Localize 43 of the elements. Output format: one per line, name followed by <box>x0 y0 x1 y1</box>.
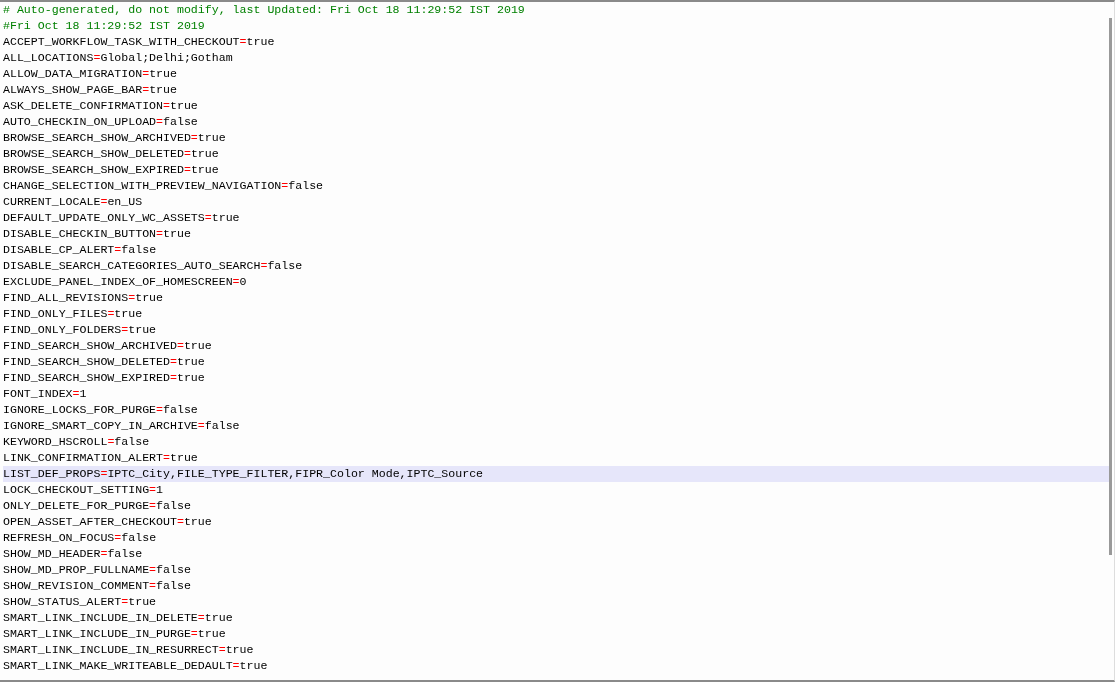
property-line: IGNORE_LOCKS_FOR_PURGE=false <box>3 402 199 418</box>
property-line: SMART_LINK_INCLUDE_IN_RESURRECT=true <box>3 642 255 658</box>
property-line: DISABLE_SEARCH_CATEGORIES_AUTO_SEARCH=false <box>3 258 304 274</box>
property-line: DISABLE_CHECKIN_BUTTON=true <box>3 226 192 242</box>
property-line: FIND_ALL_REVISIONS=true <box>3 290 165 306</box>
property-line: SHOW_REVISION_COMMENT=false <box>3 578 192 594</box>
comment-line: #Fri Oct 18 11:29:52 IST 2019 <box>3 18 206 34</box>
property-line: SHOW_MD_PROP_FULLNAME=false <box>3 562 192 578</box>
property-line: ACCEPT_WORKFLOW_TASK_WITH_CHECKOUT=true <box>3 34 276 50</box>
property-line: AUTO_CHECKIN_ON_UPLOAD=false <box>3 114 199 130</box>
property-line: ASK_DELETE_CONFIRMATION=true <box>3 98 199 114</box>
text-editor[interactable] <box>0 0 1115 682</box>
property-line: BROWSE_SEARCH_SHOW_ARCHIVED=true <box>3 130 227 146</box>
comment-line: # Auto-generated, do not modify, last Updated: Fri Oct 18 11:29:52 IST 2019 <box>3 2 526 18</box>
property-line: ALL_LOCATIONS=Global;Delhi;Gotham <box>3 50 234 66</box>
property-line: FIND_SEARCH_SHOW_ARCHIVED=true <box>3 338 213 354</box>
property-line: BROWSE_SEARCH_SHOW_DELETED=true <box>3 146 220 162</box>
property-line: FONT_INDEX=1 <box>3 386 88 402</box>
property-line: CHANGE_SELECTION_WITH_PREVIEW_NAVIGATION=false <box>3 178 325 194</box>
property-line: ALLOW_DATA_MIGRATION=true <box>3 66 178 82</box>
property-line: FIND_SEARCH_SHOW_EXPIRED=true <box>3 370 206 386</box>
property-line: SHOW_MD_HEADER=false <box>3 546 144 562</box>
property-line: LOCK_CHECKOUT_SETTING=1 <box>3 482 165 498</box>
property-line: LINK_CONFIRMATION_ALERT=true <box>3 450 199 466</box>
property-line: KEYWORD_HSCROLL=false <box>3 434 151 450</box>
property-line: DEFAULT_UPDATE_ONLY_WC_ASSETS=true <box>3 210 241 226</box>
property-line: FIND_ONLY_FILES=true <box>3 306 144 322</box>
property-line: OPEN_ASSET_AFTER_CHECKOUT=true <box>3 514 213 530</box>
property-line: CURRENT_LOCALE=en_US <box>3 194 144 210</box>
property-line: FIND_ONLY_FOLDERS=true <box>3 322 158 338</box>
property-line: EXCLUDE_PANEL_INDEX_OF_HOMESCREEN=0 <box>3 274 248 290</box>
scrollbar-thumb[interactable] <box>1109 18 1112 555</box>
property-line: IGNORE_SMART_COPY_IN_ARCHIVE=false <box>3 418 241 434</box>
property-line: DISABLE_CP_ALERT=false <box>3 242 158 258</box>
property-line: FIND_SEARCH_SHOW_DELETED=true <box>3 354 206 370</box>
property-line: SMART_LINK_INCLUDE_IN_DELETE=true <box>3 610 234 626</box>
property-line: REFRESH_ON_FOCUS=false <box>3 530 158 546</box>
property-line: ONLY_DELETE_FOR_PURGE=false <box>3 498 192 514</box>
property-line: BROWSE_SEARCH_SHOW_EXPIRED=true <box>3 162 220 178</box>
property-line: SMART_LINK_INCLUDE_IN_PURGE=true <box>3 626 227 642</box>
property-line: SHOW_STATUS_ALERT=true <box>3 594 158 610</box>
property-line: SMART_LINK_MAKE_WRITEABLE_DEDAULT=true <box>3 658 269 674</box>
property-line: ALWAYS_SHOW_PAGE_BAR=true <box>3 82 178 98</box>
